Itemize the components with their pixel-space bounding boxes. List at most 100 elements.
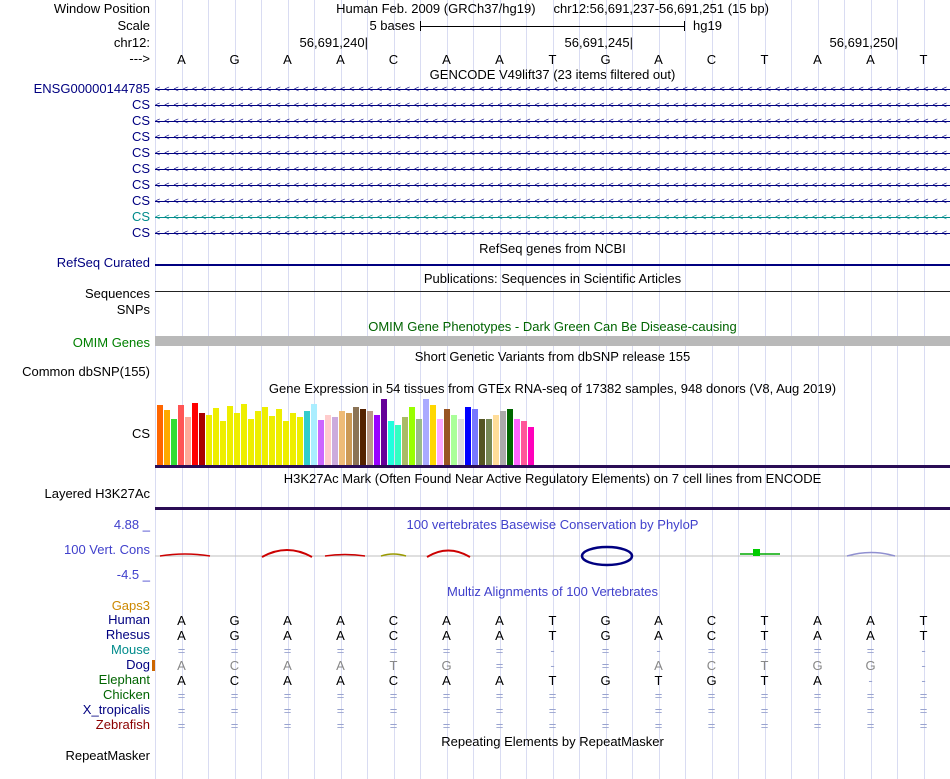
- gtex-bar: [178, 405, 184, 465]
- transcript-arrows[interactable]: <<<<<<<<<<<<<<<<<<<<<<<<<<<<<<<<<<<<<<<<…: [155, 115, 950, 128]
- alignment-cells: = = = = = = = - = - = = = = -: [155, 643, 950, 658]
- species-label[interactable]: Rhesus: [0, 628, 150, 642]
- conservation-plot[interactable]: [155, 530, 950, 575]
- transcript-arrows[interactable]: <<<<<<<<<<<<<<<<<<<<<<<<<<<<<<<<<<<<<<<<…: [155, 99, 950, 112]
- alignment-base: T: [389, 658, 398, 673]
- alignment-base: =: [389, 643, 398, 658]
- alignment-base: C: [388, 673, 399, 688]
- species-label[interactable]: Elephant: [0, 673, 150, 687]
- multiz-title: Multiz Alignments of 100 Vertebrates: [446, 584, 658, 599]
- alignment-base: A: [495, 673, 504, 688]
- alignment-base: T: [548, 613, 557, 628]
- omim-genes-bar[interactable]: [155, 336, 950, 346]
- refseq-curated-label[interactable]: RefSeq Curated: [0, 256, 150, 270]
- species-label[interactable]: Zebrafish: [0, 718, 150, 732]
- omim-genes-label[interactable]: OMIM Genes: [0, 336, 150, 350]
- position-text: chr12:56,691,237-56,691,251 (15 bp): [553, 1, 769, 16]
- refseq-track-line[interactable]: [155, 264, 950, 266]
- species-label[interactable]: Dog: [0, 658, 150, 672]
- alignment-base: =: [389, 688, 398, 703]
- transcript-arrows[interactable]: <<<<<<<<<<<<<<<<<<<<<<<<<<<<<<<<<<<<<<<<…: [155, 131, 950, 144]
- transcript-arrows[interactable]: <<<<<<<<<<<<<<<<<<<<<<<<<<<<<<<<<<<<<<<<…: [155, 179, 950, 192]
- alignment-base: =: [919, 703, 928, 718]
- alignment-base: A: [336, 628, 345, 643]
- alignment-base: C: [706, 658, 717, 673]
- h3k27ac-label[interactable]: Layered H3K27Ac: [0, 487, 150, 501]
- phylop-track-label[interactable]: 100 Vert. Cons: [0, 543, 150, 557]
- alignment-base: =: [866, 688, 875, 703]
- transcript-arrows[interactable]: <<<<<<<<<<<<<<<<<<<<<<<<<<<<<<<<<<<<<<<<…: [155, 211, 950, 224]
- alignment-base: -: [550, 658, 555, 673]
- alignment-base: A: [495, 613, 504, 628]
- gtex-bar: [227, 406, 233, 465]
- gene-row-label[interactable]: CS: [0, 130, 150, 144]
- gene-row-label[interactable]: CS: [0, 146, 150, 160]
- alignment-base: =: [654, 703, 663, 718]
- alignment-base: =: [177, 688, 186, 703]
- gene-row-label[interactable]: CS: [0, 194, 150, 208]
- alignment-base: =: [230, 688, 239, 703]
- gtex-bar: [444, 409, 450, 465]
- gene-row-label[interactable]: CS: [0, 178, 150, 192]
- species-label[interactable]: Mouse: [0, 643, 150, 657]
- alignment-base: A: [654, 658, 663, 673]
- gaps-label[interactable]: Gaps3: [0, 599, 150, 613]
- alignment-cells: = = = = = = = = = = = = = = =: [155, 703, 950, 718]
- alignment-base: T: [760, 613, 769, 628]
- omim-title: OMIM Gene Phenotypes - Dark Green Can Be…: [368, 319, 737, 334]
- alignment-base: -: [921, 643, 926, 658]
- gene-row-label[interactable]: CS: [0, 162, 150, 176]
- common-dbsnp-label[interactable]: Common dbSNP(155): [0, 365, 150, 379]
- phylop-max-label: 4.88 _: [113, 517, 150, 532]
- gtex-bar: [213, 408, 219, 465]
- h3k27ac-signal-line[interactable]: [155, 507, 950, 510]
- conservation-lavender-arc: [846, 551, 896, 557]
- transcript-arrows[interactable]: <<<<<<<<<<<<<<<<<<<<<<<<<<<<<<<<<<<<<<<<…: [155, 227, 950, 240]
- alignment-base: A: [866, 628, 875, 643]
- transcript-arrows[interactable]: <<<<<<<<<<<<<<<<<<<<<<<<<<<<<<<<<<<<<<<<…: [155, 147, 950, 160]
- alignment-cells: A C A A T G = - = A C T G G -: [155, 658, 950, 673]
- transcript-arrows[interactable]: <<<<<<<<<<<<<<<<<<<<<<<<<<<<<<<<<<<<<<<<…: [155, 83, 950, 96]
- species-label[interactable]: X_tropicalis: [0, 703, 150, 717]
- gtex-bar: [346, 413, 352, 465]
- alignment-base: =: [442, 703, 451, 718]
- gtex-bar: [255, 411, 261, 465]
- transcript-arrows[interactable]: <<<<<<<<<<<<<<<<<<<<<<<<<<<<<<<<<<<<<<<<…: [155, 163, 950, 176]
- gtex-bar: [283, 421, 289, 465]
- alignment-base: A: [336, 658, 345, 673]
- gene-row-label[interactable]: CS: [0, 98, 150, 112]
- gene-row-label[interactable]: CS: [0, 226, 150, 240]
- alignment-base: -: [550, 643, 555, 658]
- alignment-base: =: [813, 703, 822, 718]
- alignment-base: =: [389, 718, 398, 733]
- species-label[interactable]: Human: [0, 613, 150, 627]
- alignment-base: A: [813, 613, 822, 628]
- alignment-base: =: [336, 718, 345, 733]
- alignment-base: =: [495, 643, 504, 658]
- base-letter: A: [177, 52, 186, 67]
- repeatmasker-label[interactable]: RepeatMasker: [0, 749, 150, 763]
- ruler-tick: 56,691,250|: [829, 35, 898, 50]
- alignment-row: Dog A C A A T G = - = A C T G G -: [0, 658, 950, 674]
- alignment-base: =: [283, 688, 292, 703]
- alignment-base: -: [921, 673, 926, 688]
- alignment-base: A: [813, 628, 822, 643]
- species-label[interactable]: Chicken: [0, 688, 150, 702]
- gtex-bar: [353, 407, 359, 465]
- gtex-bars[interactable]: [0, 397, 950, 465]
- alignment-base: T: [548, 673, 557, 688]
- gene-row-label[interactable]: ENSG00000144785: [0, 82, 150, 96]
- alignment-base: A: [283, 658, 292, 673]
- transcript-arrows[interactable]: <<<<<<<<<<<<<<<<<<<<<<<<<<<<<<<<<<<<<<<<…: [155, 195, 950, 208]
- sequences-track-line[interactable]: [155, 291, 950, 292]
- gene-row: CS <<<<<<<<<<<<<<<<<<<<<<<<<<<<<<<<<<<<<<…: [0, 146, 950, 162]
- snps-label[interactable]: SNPs: [0, 303, 150, 317]
- gene-row-label[interactable]: CS: [0, 114, 150, 128]
- dbsnp-title: Short Genetic Variants from dbSNP releas…: [414, 349, 691, 364]
- sequences-label[interactable]: Sequences: [0, 287, 150, 301]
- gtex-bar: [416, 419, 422, 465]
- alignment-base: A: [283, 628, 292, 643]
- gene-row-label[interactable]: CS: [0, 210, 150, 224]
- h3k27ac-title: H3K27Ac Mark (Often Found Near Active Re…: [283, 471, 822, 486]
- alignment-base: G: [441, 658, 452, 673]
